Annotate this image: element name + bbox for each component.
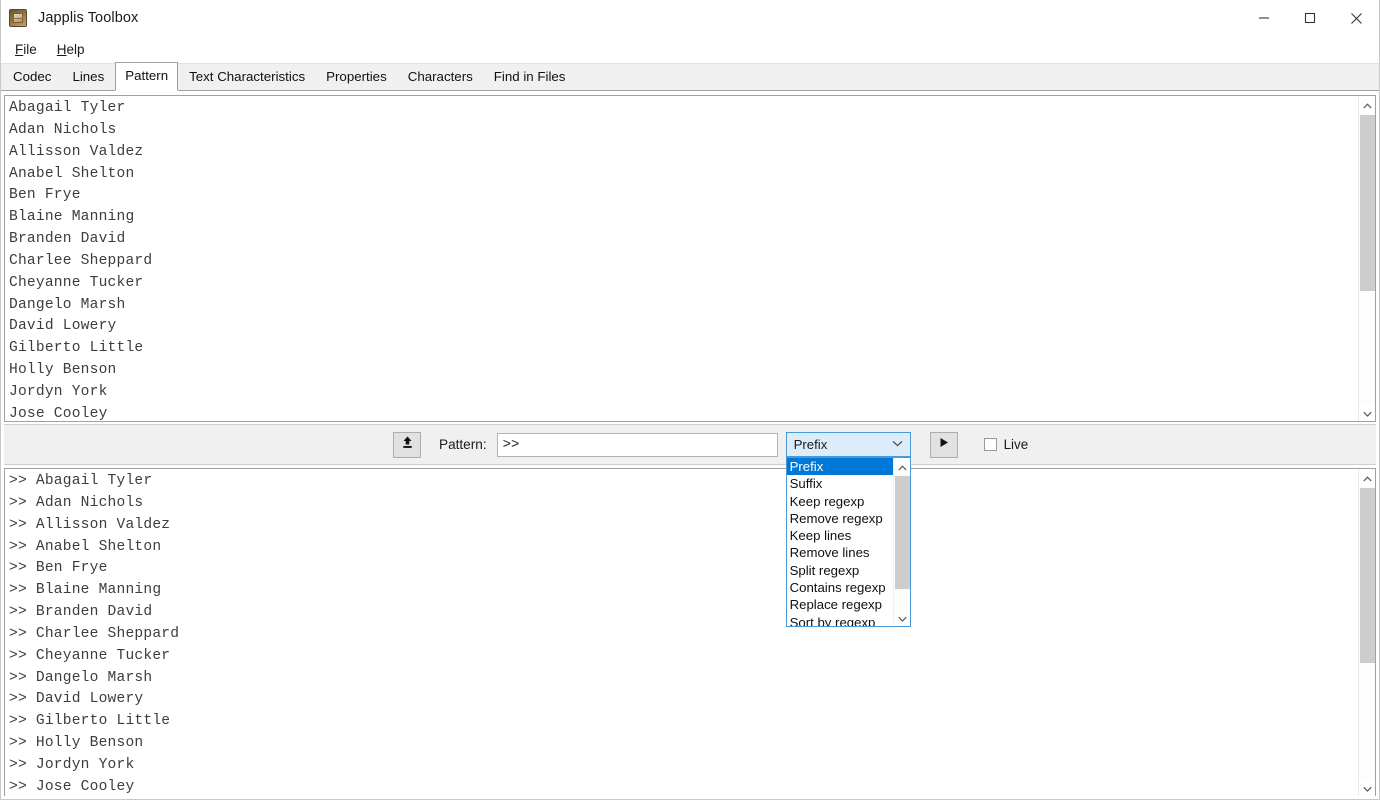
mode-option-split-regexp[interactable]: Split regexp (787, 562, 893, 579)
chevron-up-icon (1363, 469, 1372, 487)
chevron-down-icon (897, 609, 907, 627)
output-scrollbar-thumb[interactable] (1360, 488, 1375, 663)
live-checkbox[interactable] (983, 438, 997, 451)
play-icon (937, 436, 950, 454)
tab-find-in-files[interactable]: Find in Files (483, 64, 576, 90)
minimize-icon (1258, 12, 1270, 24)
load-file-button[interactable] (393, 431, 421, 458)
close-icon (1350, 12, 1363, 25)
window-controls (1241, 0, 1379, 36)
output-text-panel: >> Abagail Tyler >> Adan Nichols >> Alli… (4, 468, 1376, 797)
chevron-down-icon (1363, 404, 1372, 422)
output-scroll-up-button[interactable] (1359, 469, 1375, 487)
mode-dropdown-scroll-up[interactable] (893, 458, 910, 476)
tab-pattern[interactable]: Pattern (115, 62, 179, 91)
mode-dropdown-scrollbar-thumb[interactable] (894, 476, 910, 589)
input-scroll-up-button[interactable] (1359, 96, 1375, 114)
input-textarea[interactable]: Abagail Tyler Adan Nichols Allisson Vald… (5, 96, 1358, 421)
mode-combobox-wrapper: Prefix Prefix Suffix Keep regexp Remove … (785, 432, 911, 627)
mode-option-list: Prefix Suffix Keep regexp Remove regexp … (786, 458, 893, 626)
window-title: Japplis Toolbox (38, 9, 139, 26)
tab-bar: Codec Lines Pattern Text Characteristics… (1, 62, 1379, 91)
pattern-input[interactable] (496, 432, 778, 457)
mode-option-keep-regexp[interactable]: Keep regexp (787, 493, 893, 510)
tab-characters[interactable]: Characters (397, 64, 483, 90)
mode-option-remove-regexp[interactable]: Remove regexp (787, 510, 893, 527)
maximize-icon (1304, 12, 1316, 24)
pattern-toolbar-controls: Pattern: Prefix Prefix Suffix Keep regex… (393, 431, 1029, 627)
mode-option-suffix[interactable]: Suffix (787, 475, 893, 492)
maximize-button[interactable] (1287, 0, 1333, 36)
output-vertical-scrollbar[interactable] (1358, 469, 1375, 796)
title-bar: Japplis Toolbox (1, 0, 1379, 36)
mode-option-remove-lines[interactable]: Remove lines (787, 544, 893, 561)
input-text-panel: Abagail Tyler Adan Nichols Allisson Vald… (4, 95, 1376, 422)
pattern-toolbar: Pattern: Prefix Prefix Suffix Keep regex… (4, 424, 1376, 627)
mode-combobox-dropdown: Prefix Suffix Keep regexp Remove regexp … (785, 457, 911, 627)
mode-option-sort-by-regexp[interactable]: Sort by regexp (787, 614, 893, 626)
mode-combobox[interactable]: Prefix (785, 432, 911, 457)
input-scroll-down-button[interactable] (1359, 404, 1375, 422)
mode-combobox-value: Prefix (793, 437, 828, 452)
chevron-up-icon (897, 458, 907, 476)
window-bottom-edge (1, 796, 1379, 799)
chevron-down-icon (1363, 779, 1372, 797)
menu-bar: File Help (1, 36, 1379, 64)
mode-option-keep-lines[interactable]: Keep lines (787, 527, 893, 544)
input-scrollbar-thumb[interactable] (1360, 115, 1375, 291)
chevron-down-icon (892, 439, 906, 450)
output-textarea[interactable]: >> Abagail Tyler >> Adan Nichols >> Alli… (5, 469, 1358, 796)
mode-option-prefix[interactable]: Prefix (786, 458, 893, 476)
tab-lines[interactable]: Lines (62, 64, 115, 90)
toolbox-icon (9, 8, 27, 27)
output-scroll-down-button[interactable] (1359, 779, 1375, 797)
mode-dropdown-scroll-down[interactable] (893, 609, 910, 627)
close-button[interactable] (1333, 0, 1379, 36)
title-bar-left: Japplis Toolbox (1, 8, 139, 27)
menu-item-file[interactable]: File (9, 39, 43, 60)
mode-dropdown-scrollbar[interactable] (892, 458, 910, 627)
tab-text-characteristics[interactable]: Text Characteristics (179, 64, 316, 90)
tab-codec[interactable]: Codec (3, 64, 62, 90)
app-window: Japplis Toolbox File Help Codec Lines Pa… (0, 0, 1380, 800)
live-toggle[interactable]: Live (983, 437, 1029, 452)
mode-option-replace-regexp[interactable]: Replace regexp (787, 596, 893, 613)
pattern-label: Pattern: (439, 437, 487, 452)
run-pattern-button[interactable] (929, 431, 958, 458)
menu-item-help[interactable]: Help (51, 39, 91, 60)
chevron-up-icon (1363, 96, 1372, 114)
minimize-button[interactable] (1241, 0, 1287, 36)
mode-option-contains-regexp[interactable]: Contains regexp (787, 579, 893, 596)
upload-icon (400, 435, 415, 455)
live-label: Live (1003, 437, 1029, 452)
input-vertical-scrollbar[interactable] (1358, 96, 1375, 421)
tab-properties[interactable]: Properties (316, 64, 397, 90)
